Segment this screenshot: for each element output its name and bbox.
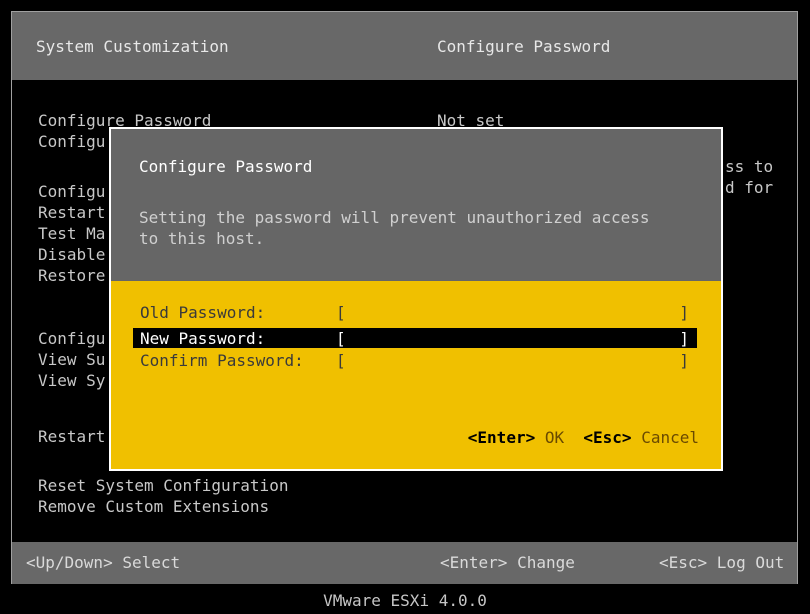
menu-item[interactable]: Configu: [38, 328, 105, 349]
header-left-title: System Customization: [36, 37, 229, 56]
dialog-header: Configure Password Setting the password …: [111, 129, 721, 281]
field-bracket-close: ]: [679, 351, 689, 370]
field-bracket-close: ]: [679, 303, 689, 322]
footer-select-hint: <Up/Down> Select: [26, 553, 181, 572]
menu-item[interactable]: Restart: [38, 202, 105, 223]
old-password-field[interactable]: Old Password: [ ]: [133, 302, 697, 322]
dialog-title: Configure Password: [139, 157, 313, 176]
ok-button[interactable]: <Enter> OK: [468, 428, 564, 447]
menu-item-remove-custom-extensions[interactable]: Remove Custom Extensions: [38, 496, 269, 517]
menu-item[interactable]: Restore: [38, 265, 105, 286]
menu-item[interactable]: View Sy: [38, 370, 105, 391]
field-bracket-open: [: [336, 351, 346, 370]
dialog-description: to this host.: [139, 229, 265, 248]
confirm-password-field[interactable]: Confirm Password: [ ]: [133, 350, 697, 370]
dialog-actions: <Enter> OK <Esc> Cancel: [468, 427, 699, 448]
menu-item[interactable]: Configu: [38, 131, 105, 152]
configure-password-dialog: Configure Password Setting the password …: [109, 127, 723, 471]
field-bracket-close: ]: [679, 329, 689, 348]
cancel-button[interactable]: <Esc> Cancel: [583, 428, 699, 447]
menu-item[interactable]: Restart: [38, 426, 105, 447]
menu-item-reset-system-configuration[interactable]: Reset System Configuration: [38, 475, 288, 496]
menu-item[interactable]: Test Ma: [38, 223, 105, 244]
menu-item[interactable]: View Su: [38, 349, 105, 370]
footer-logout-hint: <Esc> Log Out: [659, 553, 785, 572]
cancel-key: <Esc>: [583, 428, 632, 447]
old-password-label: Old Password:: [140, 303, 266, 322]
new-password-label: New Password:: [140, 329, 266, 348]
field-bracket-open: [: [336, 303, 346, 322]
field-bracket-open: [: [336, 329, 346, 348]
new-password-field[interactable]: New Password: [ ]: [133, 328, 697, 348]
header-right-title: Configure Password: [437, 37, 611, 56]
header-bar: System Customization Configure Password: [12, 12, 797, 80]
version-label: VMware ESXi 4.0.0: [323, 591, 487, 610]
footer-bar: <Up/Down> Select <Enter> Change <Esc> Lo…: [12, 542, 797, 584]
details-fragment: d for: [725, 178, 774, 197]
menu-item[interactable]: Disable: [38, 244, 105, 265]
footer-change-hint: <Enter> Change: [440, 553, 575, 572]
dialog-description: Setting the password will prevent unauth…: [139, 208, 650, 227]
ok-label: OK: [544, 428, 565, 447]
confirm-password-label: Confirm Password:: [140, 351, 304, 370]
ok-key: <Enter>: [467, 428, 536, 447]
menu-item[interactable]: Configu: [38, 181, 105, 202]
cancel-label: Cancel: [641, 428, 699, 447]
details-fragment: ss to: [725, 157, 774, 176]
